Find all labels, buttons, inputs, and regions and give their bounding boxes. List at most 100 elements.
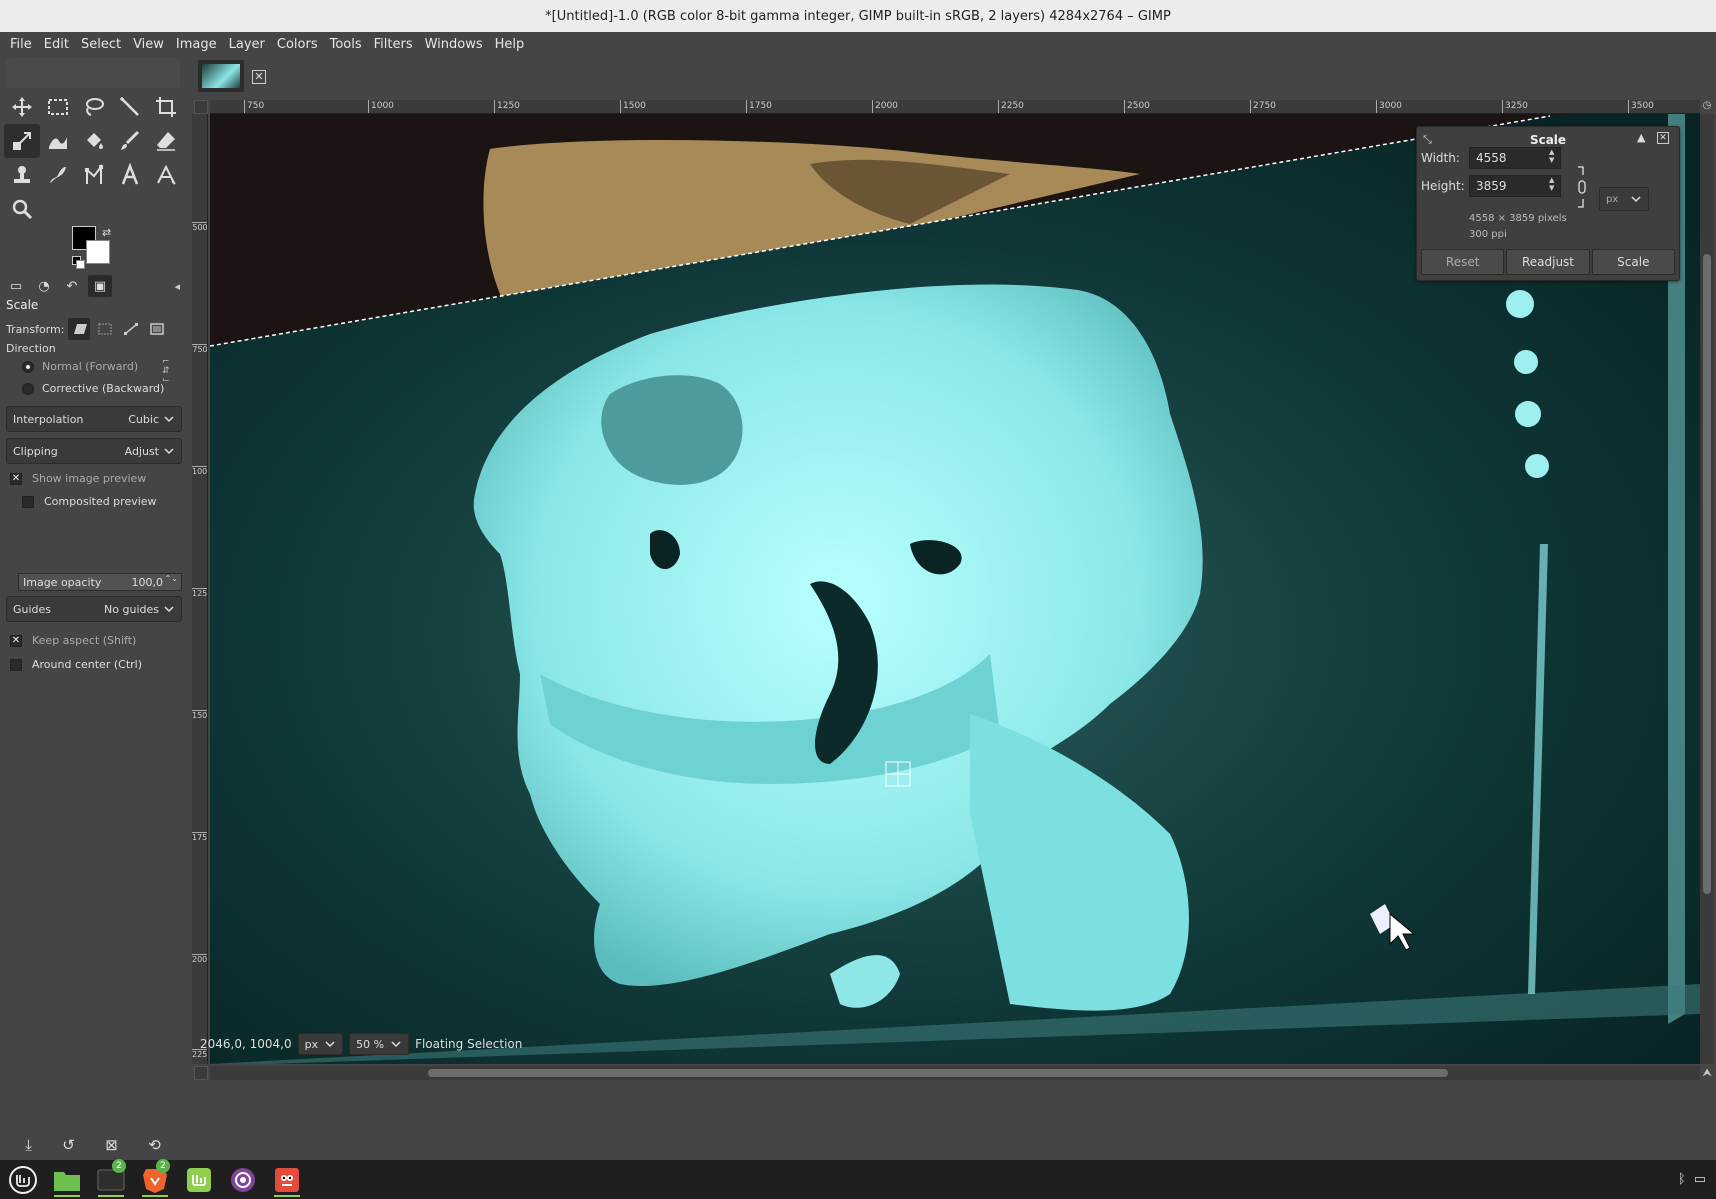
close-icon[interactable]: ✕	[1657, 132, 1669, 144]
lasso-icon[interactable]	[76, 90, 112, 124]
vscroll-thumb[interactable]	[1703, 254, 1711, 894]
transform-layer-icon[interactable]	[68, 318, 91, 340]
menu-image[interactable]: Image	[170, 37, 223, 52]
close-icon[interactable]: ✕	[252, 70, 266, 84]
mint-update-icon[interactable]	[182, 1163, 216, 1197]
menu-view[interactable]: View	[127, 37, 170, 52]
dock-menu-icon[interactable]: ◂	[174, 280, 180, 293]
hscroll-thumb[interactable]	[428, 1069, 1448, 1077]
fuzzy-select-icon[interactable]	[112, 90, 148, 124]
direction-corrective-radio[interactable]: Corrective (Backward)	[22, 382, 164, 395]
image-opacity-label: Image opacity	[23, 575, 102, 589]
vertical-ruler[interactable]: 500 750 1000 1250 1500 1750 2000 2250	[192, 114, 208, 1064]
files-icon[interactable]	[50, 1163, 84, 1197]
zoom-select[interactable]: 50 %	[349, 1033, 410, 1055]
transform-selection-icon[interactable]	[94, 318, 116, 340]
expand-icon[interactable]: ◷	[1700, 100, 1714, 114]
radio-corrective-indicator[interactable]	[22, 382, 34, 395]
interpolation-combo[interactable]: Interpolation Cubic	[6, 406, 182, 432]
menu-layer[interactable]: Layer	[223, 37, 271, 52]
restore-options-icon[interactable]: ↺	[62, 1136, 75, 1154]
spin-arrows-icon[interactable]: ⌃⌄	[165, 574, 178, 583]
menu-filters[interactable]: Filters	[368, 37, 419, 52]
width-spin-icon[interactable]: ▲ ▼	[1549, 148, 1554, 164]
mint-menu-icon[interactable]	[6, 1163, 40, 1197]
direction-normal-radio[interactable]: Normal (Forward)	[22, 360, 138, 373]
swap-colors-icon[interactable]: ⇄	[102, 226, 111, 239]
around-center-checkbox[interactable]: Around center (Ctrl)	[10, 658, 142, 671]
menu-colors[interactable]: Colors	[271, 37, 324, 52]
background-color[interactable]	[86, 240, 110, 264]
scale-button[interactable]: Scale	[1591, 249, 1675, 275]
menu-file[interactable]: File	[4, 37, 38, 52]
width-input[interactable]: 4558	[1469, 147, 1561, 169]
menu-help[interactable]: Help	[489, 37, 531, 52]
wilber-drop-zone[interactable]	[6, 58, 180, 88]
images-tab-icon[interactable]: ▣	[88, 275, 112, 297]
clipping-combo[interactable]: Clipping Adjust	[6, 438, 182, 464]
menu-select[interactable]: Select	[75, 37, 127, 52]
composited-check[interactable]	[22, 495, 34, 508]
chain-link-icon[interactable]	[1575, 165, 1589, 209]
paintbrush-icon[interactable]	[112, 124, 148, 158]
keep-aspect-checkbox[interactable]: ✕ Keep aspect (Shift)	[10, 634, 136, 647]
reset-button[interactable]: Reset	[1421, 249, 1505, 275]
check-mark-icon[interactable]: ✕	[10, 634, 22, 647]
save-options-icon[interactable]: ⤓	[25, 1136, 32, 1154]
smudge-icon[interactable]	[40, 158, 76, 192]
around-center-check[interactable]	[10, 658, 22, 671]
navigate-icon[interactable]: ⮝	[1700, 1066, 1714, 1080]
horizontal-ruler[interactable]: 750 1000 1250 1500 1750 2000 2250 2500 2…	[210, 100, 1700, 114]
transform-image-icon[interactable]	[146, 318, 168, 340]
show-preview-checkbox[interactable]: ✕ Show image preview	[10, 472, 146, 485]
image-opacity-spinner[interactable]: Image opacity 100,0 ⌃⌄	[18, 573, 182, 591]
measure-icon[interactable]	[148, 158, 184, 192]
zoom-icon[interactable]	[4, 192, 40, 226]
tray-window-icon[interactable]: ▭	[1694, 1172, 1706, 1187]
terminal-icon[interactable]: 2	[94, 1158, 128, 1197]
check-mark-icon[interactable]: ✕	[10, 472, 22, 485]
direction-label: Direction	[6, 342, 56, 355]
text-icon[interactable]	[112, 158, 148, 192]
height-spin-icon[interactable]: ▲ ▼	[1549, 176, 1554, 192]
radio-normal-indicator[interactable]	[22, 360, 34, 373]
reset-options-icon[interactable]: ⟲	[148, 1136, 161, 1154]
tor-icon[interactable]	[226, 1163, 260, 1197]
toggle-navigation-icon[interactable]	[194, 1066, 208, 1080]
transform-path-icon[interactable]	[120, 318, 142, 340]
horizontal-scrollbar[interactable]	[210, 1066, 1700, 1080]
eraser-icon[interactable]	[148, 124, 184, 158]
image-tab[interactable]	[198, 60, 244, 92]
vertical-scrollbar[interactable]	[1700, 114, 1714, 1064]
gimp-icon[interactable]	[270, 1163, 304, 1197]
direction-toggle-icon[interactable]: ⌐ ⇵ ⌙	[162, 358, 170, 385]
brave-icon[interactable]: 2	[138, 1158, 172, 1197]
reset-colors-icon[interactable]	[72, 256, 85, 269]
scale-icon[interactable]	[4, 124, 40, 158]
ruler-tick: 1000	[192, 466, 208, 476]
guides-value: No guides	[104, 602, 159, 616]
height-input[interactable]: 3859	[1469, 175, 1561, 197]
menu-tools[interactable]: Tools	[324, 37, 368, 52]
crop-icon[interactable]	[148, 90, 184, 124]
warp-icon[interactable]	[40, 124, 76, 158]
paths-icon[interactable]	[76, 158, 112, 192]
quick-mask-toggle[interactable]	[194, 100, 208, 114]
guides-combo[interactable]: Guides No guides	[6, 596, 182, 622]
bucket-fill-icon[interactable]	[76, 124, 112, 158]
menu-edit[interactable]: Edit	[38, 37, 75, 52]
delete-options-icon[interactable]: ⊠	[105, 1136, 118, 1154]
collapse-icon[interactable]: ▲	[1637, 131, 1645, 144]
menu-windows[interactable]: Windows	[419, 37, 489, 52]
undo-history-tab-icon[interactable]: ↶	[60, 275, 84, 297]
device-status-tab-icon[interactable]: ◔	[32, 275, 56, 297]
readjust-button[interactable]: Readjust	[1506, 249, 1590, 275]
unit-combo[interactable]: px	[1599, 187, 1649, 211]
composited-preview-checkbox[interactable]: Composited preview	[22, 495, 157, 508]
clone-icon[interactable]	[4, 158, 40, 192]
move-icon[interactable]	[4, 90, 40, 124]
unit-select[interactable]: px	[297, 1033, 344, 1055]
rect-select-icon[interactable]	[40, 90, 76, 124]
tool-options-tab-icon[interactable]: ▭	[4, 275, 28, 297]
bluetooth-icon[interactable]: ᛒ	[1678, 1172, 1686, 1187]
